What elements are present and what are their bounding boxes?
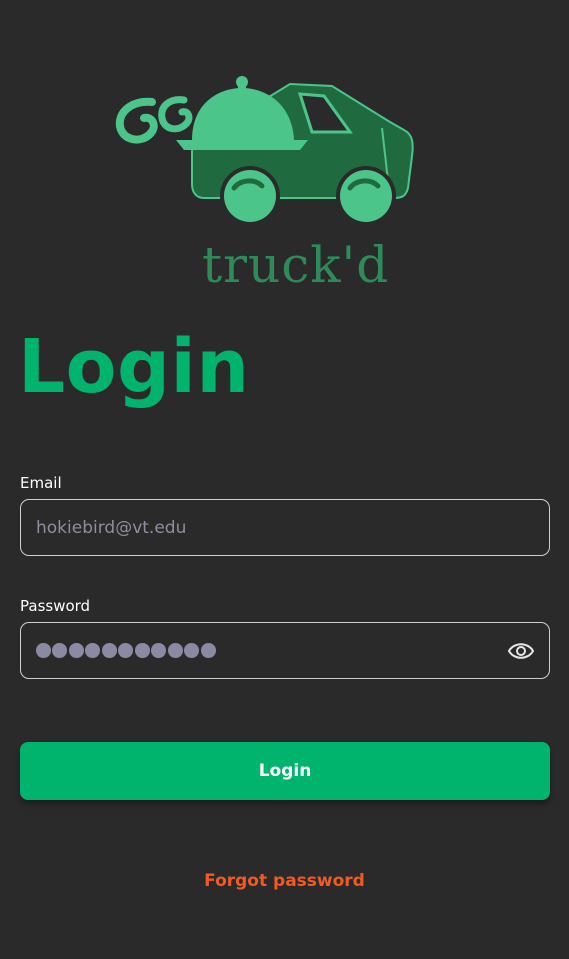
password-dot: [68, 643, 84, 658]
truckd-logo: truck'd: [112, 70, 422, 300]
password-dot: [85, 643, 101, 658]
password-dot: [200, 643, 216, 658]
email-field-container: [20, 499, 550, 556]
password-dot: [134, 643, 150, 658]
password-dot: [52, 643, 68, 658]
email-field[interactable]: [21, 500, 549, 555]
password-dot: [118, 643, 134, 658]
password-label: Password: [20, 597, 91, 615]
password-dot: [184, 643, 200, 658]
password-dot: [151, 643, 167, 658]
password-dot: [36, 643, 51, 658]
email-label: Email: [20, 474, 62, 492]
eye-icon[interactable]: [507, 639, 535, 663]
password-dot: [167, 643, 183, 658]
password-dot: [101, 643, 117, 658]
password-masked-value: [36, 623, 216, 678]
login-button[interactable]: Login: [20, 742, 550, 800]
password-field[interactable]: [20, 622, 550, 679]
page-title: Login: [18, 324, 250, 410]
logo-wordmark: truck'd: [202, 236, 390, 294]
forgot-password-link[interactable]: Forgot password: [0, 871, 569, 891]
